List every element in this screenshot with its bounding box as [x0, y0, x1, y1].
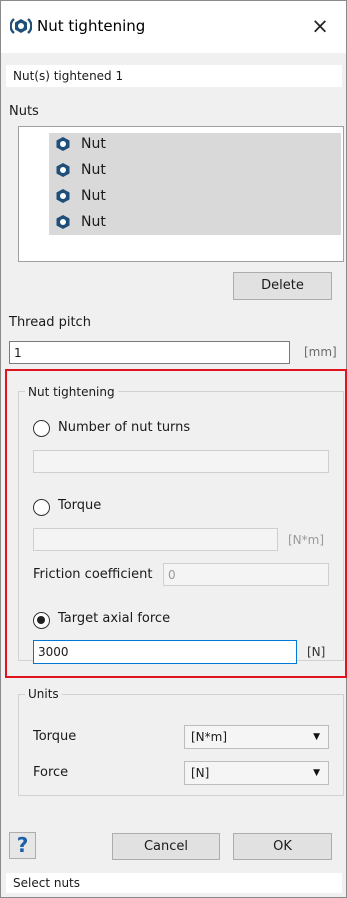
hex-nut-icon [55, 188, 71, 204]
thread-pitch-input[interactable]: 1 [9, 341, 290, 364]
help-icon: ? [16, 833, 29, 857]
highlight-box [5, 369, 347, 678]
force-unit-label: Force [33, 765, 69, 780]
list-item-label: Nut [81, 188, 106, 204]
status-top: Nut(s) tightened 1 [6, 65, 342, 87]
list-item-label: Nut [81, 162, 106, 178]
hex-nut-icon [55, 136, 71, 152]
window-title: Nut tightening [37, 17, 146, 35]
dropdown-arrow-icon: ▼ [313, 768, 320, 778]
status-bottom: Select nuts [6, 873, 342, 893]
torque-unit-select[interactable]: [N*m] ▼ [184, 725, 329, 749]
close-icon[interactable]: × [307, 13, 333, 39]
hex-nut-icon [55, 214, 71, 230]
cancel-button[interactable]: Cancel [112, 833, 220, 860]
thread-pitch-label: Thread pitch [9, 315, 91, 330]
nut-tightening-app-icon [9, 15, 33, 37]
force-unit-select[interactable]: [N] ▼ [184, 761, 329, 785]
title-bar: Nut tightening × [1, 1, 346, 53]
thread-pitch-unit: [mm] [304, 345, 337, 359]
delete-button[interactable]: Delete [233, 272, 332, 300]
nuts-label: Nuts [9, 104, 39, 119]
nut-tightening-dialog: Nut tightening × Nut(s) tightened 1 Nuts… [0, 0, 347, 898]
help-button[interactable]: ? [9, 832, 36, 859]
ok-button[interactable]: OK [233, 833, 332, 860]
force-unit-value: [N] [191, 766, 210, 780]
hex-nut-icon [55, 162, 71, 178]
units-legend: Units [25, 687, 62, 701]
nuts-list[interactable]: Nut Nut Nut Nut [18, 126, 344, 262]
torque-unit-label: Torque [33, 729, 77, 744]
dropdown-arrow-icon: ▼ [313, 732, 320, 742]
list-item-label: Nut [81, 214, 106, 230]
torque-unit-value: [N*m] [191, 730, 228, 744]
list-item-label: Nut [81, 136, 106, 152]
